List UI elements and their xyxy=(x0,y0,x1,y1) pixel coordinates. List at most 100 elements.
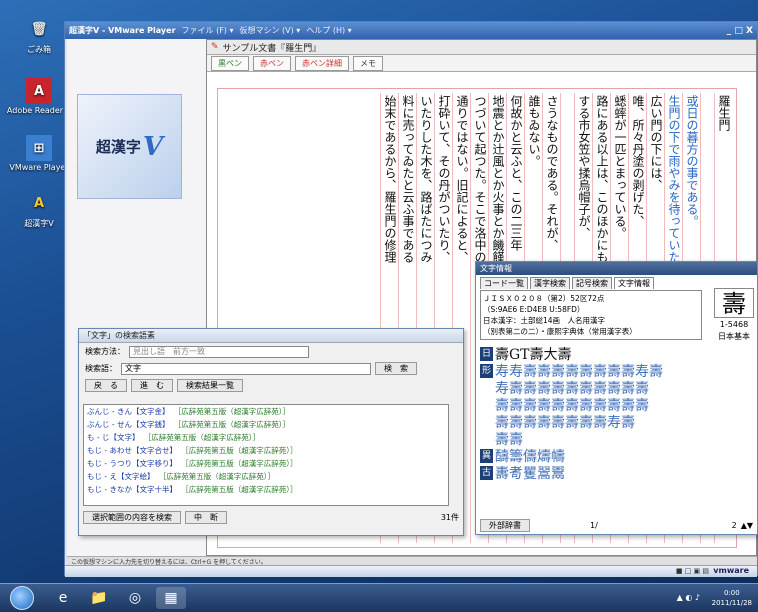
method-field[interactable]: 見出し語 前方一致 xyxy=(129,345,309,358)
kanji-titlebar: 文字情報 xyxy=(476,262,757,275)
page-right: 2 xyxy=(731,520,737,530)
logo-v: V xyxy=(142,131,164,162)
memo-button[interactable]: メモ xyxy=(353,55,383,71)
page-indicator: 1/ xyxy=(590,520,598,530)
variant-tag: 古 xyxy=(480,466,493,480)
char-code-sub: 日本基本 xyxy=(718,332,750,341)
result-reading: も - じ【文字】 xyxy=(87,433,140,442)
search-results-list[interactable]: ぶんじ - きん【文字金】 ［広辞苑第五版（超漢字広辞苑）］ ぶんじ - せん【文字… xyxy=(83,404,449,506)
menu-file[interactable]: ファイル (F) ▾ xyxy=(182,25,234,36)
start-button[interactable] xyxy=(10,586,34,610)
back-button[interactable]: 戻 る xyxy=(85,379,127,392)
tab-kanji-search[interactable]: 漢字検索 xyxy=(530,277,570,289)
desktop-icon[interactable]: A Adobe Reader X xyxy=(6,78,72,115)
vm-device-icons[interactable]: ■ □ ▣ ▤ xyxy=(676,567,709,575)
list-item[interactable]: もじ - きなか【文字十半】 ［広辞苑第五版（超漢字広辞苑）］ xyxy=(84,483,448,496)
search-titlebar: 「文字」の検索語素 xyxy=(79,329,463,343)
search-title: 「文字」の検索語素 xyxy=(83,331,155,340)
list-item[interactable]: もじ - え【文字絵】 ［広辞苑第五版（超漢字広辞苑）］ xyxy=(84,470,448,483)
clock-date: 2011/11/28 xyxy=(711,599,752,607)
variant-row: 異醻籌儔燽幬 xyxy=(480,449,752,466)
result-reading: ぶんじ - せん【文字銭】 xyxy=(87,420,170,429)
result-source: ［広辞苑第五版（超漢字広辞苑）］ xyxy=(177,407,290,416)
document-title: サンプル文書『羅生門』 xyxy=(222,43,322,54)
result-reading: もじ - きなか【文字十半】 xyxy=(87,485,177,494)
desktop-icon[interactable]: ⊞ VMware Player xyxy=(6,135,72,172)
menu-help[interactable]: ヘルプ (H) ▾ xyxy=(306,25,351,36)
list-item[interactable]: ぶんじ - せん【文字銭】 ［広辞苑第五版（超漢字広辞苑）］ xyxy=(84,418,448,431)
variant-chars-area[interactable]: 日壽GT壽大壽形寿寿壽壽壽壽壽壽壽壽寿壽 寿壽壽壽壽壽壽壽壽壽壽 壽壽壽壽壽壽壽壽壽… xyxy=(480,347,752,515)
variant-tag: 異 xyxy=(480,449,493,463)
document-toolbar: 黒ペン 赤ペン 赤ペン詳細 メモ xyxy=(207,55,756,72)
vmware-footer: ■ □ ▣ ▤ vmware xyxy=(65,565,757,577)
app-icon: ⊞ xyxy=(26,135,52,161)
search-button[interactable]: 検 索 xyxy=(375,362,417,375)
method-label: 検索方法： xyxy=(85,347,125,356)
vmware-task-icon[interactable]: ▦ xyxy=(156,587,186,609)
window-controls[interactable]: _ □ X xyxy=(727,26,757,36)
document-titlebar: ✎ サンプル文書『羅生門』 xyxy=(207,40,756,55)
tab-code-list[interactable]: コード一覧 xyxy=(480,277,528,289)
external-dict-button[interactable]: 外部辞書 xyxy=(480,518,530,532)
variant-chars[interactable]: 壽GT壽大壽 xyxy=(495,347,572,364)
list-item[interactable]: も - じ【文字】 ［広辞苑第五版（超漢字広辞苑）］ xyxy=(84,431,448,444)
desktop-icon[interactable]: 🗑 ごみ箱 xyxy=(6,16,72,55)
variant-chars[interactable]: 寿寿壽壽壽壽壽壽壽壽寿壽 xyxy=(495,364,663,381)
explorer-icon[interactable]: 📁 xyxy=(84,587,114,609)
search-term-input[interactable]: 文字 xyxy=(121,362,371,375)
variant-tag xyxy=(480,432,493,446)
red-pen-detail-button[interactable]: 赤ペン詳細 xyxy=(295,55,349,71)
variant-chars[interactable]: 壽壽壽壽壽壽壽壽寿壽 xyxy=(495,415,635,432)
variant-row: 壽壽壽壽壽壽壽壽壽壽壽 xyxy=(480,398,752,415)
list-item[interactable]: もじ - あわせ【文字合せ】 ［広辞苑第五版（超漢字広辞苑）］ xyxy=(84,444,448,457)
dictionary-search-window: 「文字」の検索語素 検索方法： 見出し語 前方一致 検索語： 文字検 索 戻 る進 … xyxy=(78,328,464,536)
list-item[interactable]: ぶんじ - きん【文字金】 ［広辞苑第五版（超漢字広辞苑）］ xyxy=(84,405,448,418)
variant-chars[interactable]: 夀耉矍翯鬻 xyxy=(495,466,565,483)
forward-button[interactable]: 進 む xyxy=(131,379,173,392)
info-line: ＪＩＳＸ０２０８（第2）52区72点 xyxy=(483,294,605,303)
variant-row: 日壽GT壽大壽 xyxy=(480,347,752,364)
variant-row: 寿壽壽壽壽壽壽壽壽壽壽 xyxy=(480,381,752,398)
vmware-titlebar: 超漢字V - VMware Player ファイル (F) ▾ 仮想マシン (V… xyxy=(65,22,757,39)
result-source: ［広辞苑第五版（超漢字広辞苑）］ xyxy=(184,446,298,455)
tab-char-info[interactable]: 文字情報 xyxy=(614,277,654,289)
clock[interactable]: 0:00 2011/11/28 xyxy=(712,588,752,608)
stop-button[interactable]: 中 断 xyxy=(185,510,227,524)
app-icon: 🗑 xyxy=(30,21,48,37)
char-code: 1-5468 xyxy=(719,320,749,329)
variant-chars[interactable]: 壽壽壽壽壽壽壽壽壽壽壽 xyxy=(495,398,649,415)
variant-tag: 形 xyxy=(480,364,493,378)
tray-icons[interactable]: ▲ ◐ ♪ xyxy=(677,593,700,602)
search-selection-button[interactable]: 選択範囲の内容を検索 xyxy=(83,510,181,524)
clock-time: 0:00 xyxy=(723,589,740,597)
taskbar: e 📁 ◎ ▦ ▲ ◐ ♪ 0:00 2011/11/28 xyxy=(0,583,758,612)
result-reading: もじ - うつり【文字移り】 xyxy=(87,459,177,468)
red-pen-button[interactable]: 赤ペン xyxy=(253,55,291,71)
result-reading: ぶんじ - きん【文字金】 xyxy=(87,407,170,416)
desktop-icon-label: ごみ箱 xyxy=(27,45,51,54)
variant-row: 古夀耉矍翯鬻 xyxy=(480,466,752,483)
variant-row: 形寿寿壽壽壽壽壽壽壽壽寿壽 xyxy=(480,364,752,381)
ie-icon[interactable]: e xyxy=(48,587,78,609)
black-pen-button[interactable]: 黒ペン xyxy=(211,55,249,71)
kanji-title: 文字情報 xyxy=(480,264,512,273)
result-source: ［広辞苑第五版（超漢字広辞苑）］ xyxy=(184,459,298,468)
desktop-icon[interactable]: A 超漢字V xyxy=(6,190,72,229)
result-reading: もじ - あわせ【文字合せ】 xyxy=(87,446,177,455)
chokanji-logo: 超漢字 V xyxy=(77,94,182,199)
desktop-icon-label: Adobe Reader X xyxy=(6,106,72,115)
info-line: （S:9AE6 E:D4E8 U:58FD） xyxy=(483,305,585,314)
list-item[interactable]: もじ - うつり【文字移り】 ［広辞苑第五版（超漢字広辞苑）］ xyxy=(84,457,448,470)
app-icon: A xyxy=(26,78,52,104)
menu-vm[interactable]: 仮想マシン (V) ▾ xyxy=(239,25,300,36)
variant-chars[interactable]: 壽壽 xyxy=(495,432,523,449)
big-char: 壽 xyxy=(714,288,754,318)
variant-chars[interactable]: 寿壽壽壽壽壽壽壽壽壽壽 xyxy=(495,381,649,398)
result-source: ［広辞苑第五版（超漢字広辞苑）］ xyxy=(184,485,298,494)
page-nav-icon[interactable]: ▲▼ xyxy=(741,521,753,530)
result-source: ［広辞苑第五版（超漢字広辞苑）］ xyxy=(147,433,260,442)
variant-chars[interactable]: 醻籌儔燽幬 xyxy=(495,449,565,466)
tab-symbol-search[interactable]: 記号検索 xyxy=(572,277,612,289)
media-icon[interactable]: ◎ xyxy=(120,587,150,609)
results-list-button[interactable]: 検索結果一覧 xyxy=(177,379,243,392)
